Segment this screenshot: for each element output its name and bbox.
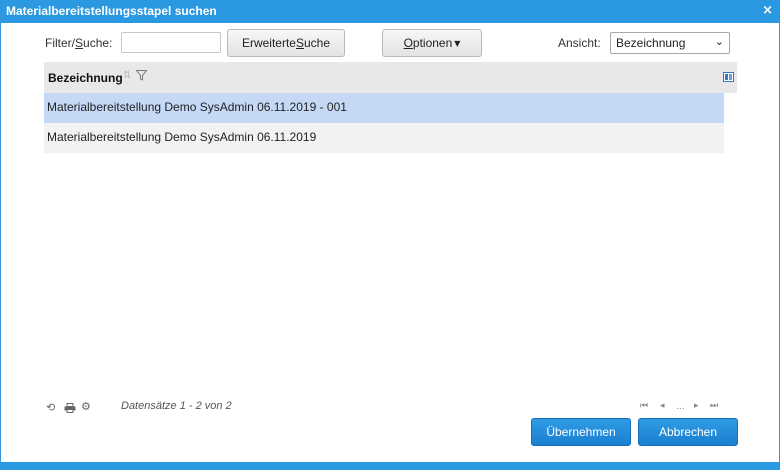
table-row[interactable]: Materialbereitstellung Demo SysAdmin 06.… xyxy=(44,123,724,153)
pager-ellipsis: ... xyxy=(676,402,685,412)
filter-label: Filter/Suche: xyxy=(45,36,112,50)
table-row[interactable]: Materialbereitstellung Demo SysAdmin 06.… xyxy=(44,93,724,123)
column-chooser-icon[interactable] xyxy=(723,72,734,82)
filter-label-accesskey: S xyxy=(75,36,84,50)
next-page-icon[interactable]: ▸ xyxy=(694,401,699,411)
chevron-down-icon: ⌄ xyxy=(714,35,724,48)
dialog: Materialbereitstellungsstapel suchen × F… xyxy=(0,0,780,470)
print-icon[interactable] xyxy=(64,403,76,413)
filter-search-input[interactable] xyxy=(121,32,221,53)
options-accesskey: O xyxy=(403,36,413,50)
accept-button[interactable]: Übernehmen xyxy=(531,418,631,446)
advanced-search-accesskey: S xyxy=(295,36,304,50)
options-button[interactable]: Optionen ▼ xyxy=(382,29,482,57)
advanced-search-label-pre: Erweiterte xyxy=(241,36,296,50)
filter-label-post: uche: xyxy=(83,36,113,50)
filter-icon[interactable] xyxy=(136,70,147,81)
advanced-search-button[interactable]: Erweiterte Suche xyxy=(227,29,345,57)
bottom-border xyxy=(1,462,780,470)
view-label: Ansicht: xyxy=(558,36,601,50)
view-select-value: Bezeichnung xyxy=(616,36,686,50)
row-cell-bezeichnung: Materialbereitstellung Demo SysAdmin 06.… xyxy=(47,100,347,114)
filter-label-pre: Filter/ xyxy=(45,36,75,50)
last-page-icon[interactable]: ⏭ xyxy=(710,401,718,411)
cancel-button[interactable]: Abbrechen xyxy=(638,418,738,446)
column-header-bezeichnung[interactable]: Bezeichnung xyxy=(48,71,123,85)
first-page-icon[interactable]: ⏮ xyxy=(640,401,648,411)
refresh-icon[interactable]: ⟲ xyxy=(46,401,55,414)
title-bar: Materialbereitstellungsstapel suchen × xyxy=(1,0,780,23)
caret-down-icon: ▼ xyxy=(454,38,461,48)
prev-page-icon[interactable]: ◂ xyxy=(660,401,665,411)
sort-icon[interactable]: ⇅ xyxy=(123,70,131,81)
advanced-search-label-post: uche xyxy=(304,36,331,50)
close-icon[interactable]: × xyxy=(762,3,773,18)
dialog-title: Materialbereitstellungsstapel suchen xyxy=(6,4,217,18)
grid-header: Bezeichnung ⇅ xyxy=(44,62,737,93)
options-label-post: ptionen xyxy=(412,36,453,50)
row-cell-bezeichnung: Materialbereitstellung Demo SysAdmin 06.… xyxy=(47,130,317,144)
settings-icon[interactable]: ⚙ xyxy=(81,400,91,413)
record-count-status: Datensätze 1 - 2 von 2 xyxy=(121,400,232,412)
view-select[interactable]: Bezeichnung ⌄ xyxy=(610,32,730,54)
